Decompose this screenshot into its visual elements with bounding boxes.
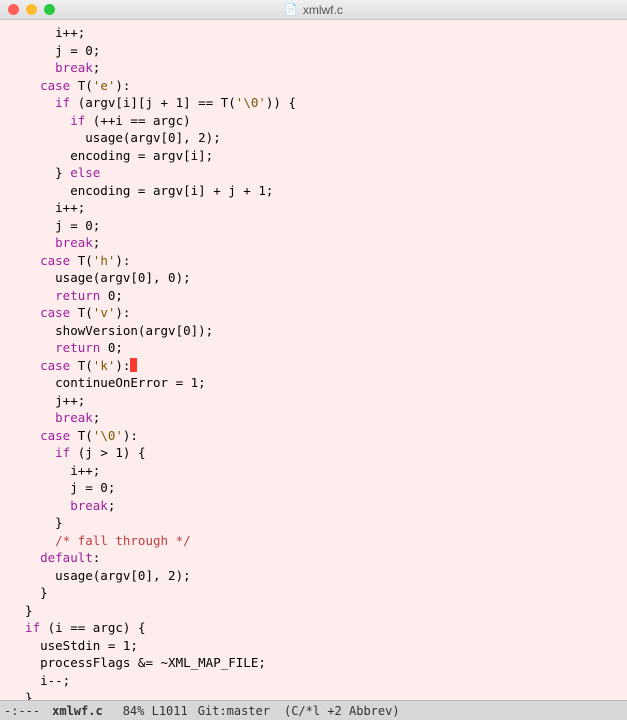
code-text: 0; xyxy=(100,340,123,355)
code-line: usage(argv[0], 0); xyxy=(10,270,191,285)
code-line: encoding = argv[i] + j + 1; xyxy=(10,183,273,198)
code-line: } xyxy=(10,690,33,700)
keyword-else: else xyxy=(70,165,100,180)
code-text: ): xyxy=(123,428,138,443)
code-line: continueOnError = 1; xyxy=(10,375,206,390)
file-icon: 📄 xyxy=(284,3,298,16)
code-text: ): xyxy=(115,358,130,373)
code-text: )) { xyxy=(266,95,296,110)
code-text: 0; xyxy=(100,288,123,303)
keyword-case: case xyxy=(10,78,70,93)
titlebar: 📄 xmlwf.c xyxy=(0,0,627,20)
code-line: j = 0; xyxy=(10,218,100,233)
code-text: (argv[i][j + 1] == T( xyxy=(70,95,236,110)
code-line: encoding = argv[i]; xyxy=(10,148,213,163)
keyword-if: if xyxy=(10,620,40,635)
code-line: i++; xyxy=(10,200,85,215)
code-line: useStdin = 1; xyxy=(10,638,138,653)
code-line: j = 0; xyxy=(10,43,100,58)
char-literal: 'e' xyxy=(93,78,116,93)
status-git: Git:master xyxy=(198,704,270,718)
code-text: (i == argc) { xyxy=(40,620,145,635)
char-literal: 'k' xyxy=(93,358,116,373)
char-literal: 'v' xyxy=(93,305,116,320)
char-literal: '\0' xyxy=(236,95,266,110)
code-line: } xyxy=(10,515,63,530)
code-text: : xyxy=(93,550,101,565)
keyword-case: case xyxy=(10,305,70,320)
keyword-case: case xyxy=(10,358,70,373)
code-line: } xyxy=(10,585,48,600)
keyword-break: break xyxy=(10,498,108,513)
code-text: ; xyxy=(93,60,101,75)
keyword-return: return xyxy=(10,288,100,303)
code-line: processFlags &= ~XML_MAP_FILE; xyxy=(10,655,266,670)
code-line: i++; xyxy=(10,463,100,478)
char-literal: 'h' xyxy=(93,253,116,268)
code-line: i--; xyxy=(10,673,70,688)
keyword-if: if xyxy=(10,95,70,110)
code-line: j++; xyxy=(10,393,85,408)
keyword-break: break xyxy=(10,60,93,75)
code-text: ; xyxy=(93,410,101,425)
editor-area[interactable]: i++; j = 0; break; case T('e'): if (argv… xyxy=(0,20,627,700)
code-text: ; xyxy=(108,498,116,513)
keyword-if: if xyxy=(10,113,85,128)
code-text: (++i == argc) xyxy=(85,113,190,128)
code-text: } xyxy=(10,165,70,180)
window-title: 📄 xmlwf.c xyxy=(0,3,627,17)
cursor xyxy=(130,358,137,372)
code-text: T( xyxy=(70,305,93,320)
keyword-case: case xyxy=(10,253,70,268)
comment: /* fall through */ xyxy=(10,533,191,548)
keyword-break: break xyxy=(10,410,93,425)
code-line: showVersion(argv[0]); xyxy=(10,323,213,338)
code-text: ; xyxy=(93,235,101,250)
char-literal: '\0' xyxy=(93,428,123,443)
title-filename: xmlwf.c xyxy=(303,3,343,17)
code-text: ): xyxy=(115,305,130,320)
code-line: } xyxy=(10,603,33,618)
code-line: j = 0; xyxy=(10,480,115,495)
code-text: ): xyxy=(115,253,130,268)
status-modified: -:--- xyxy=(4,704,40,718)
code-text: (j > 1) { xyxy=(70,445,145,460)
status-mode: (C/*l +2 Abbrev) xyxy=(284,704,400,718)
keyword-return: return xyxy=(10,340,100,355)
code-text: T( xyxy=(70,358,93,373)
statusbar: -:--- xmlwf.c 84% L1011 Git:master (C/*l… xyxy=(0,700,627,720)
code-text: T( xyxy=(70,253,93,268)
code-text: ): xyxy=(115,78,130,93)
status-position: 84% L1011 xyxy=(123,704,188,718)
code-line: usage(argv[0], 2); xyxy=(10,568,191,583)
code-text: T( xyxy=(70,78,93,93)
code-line: i++; xyxy=(10,25,85,40)
keyword-break: break xyxy=(10,235,93,250)
keyword-if: if xyxy=(10,445,70,460)
code-line: usage(argv[0], 2); xyxy=(10,130,221,145)
keyword-default: default xyxy=(10,550,93,565)
keyword-case: case xyxy=(10,428,70,443)
status-filename: xmlwf.c xyxy=(52,704,103,718)
code-text: T( xyxy=(70,428,93,443)
